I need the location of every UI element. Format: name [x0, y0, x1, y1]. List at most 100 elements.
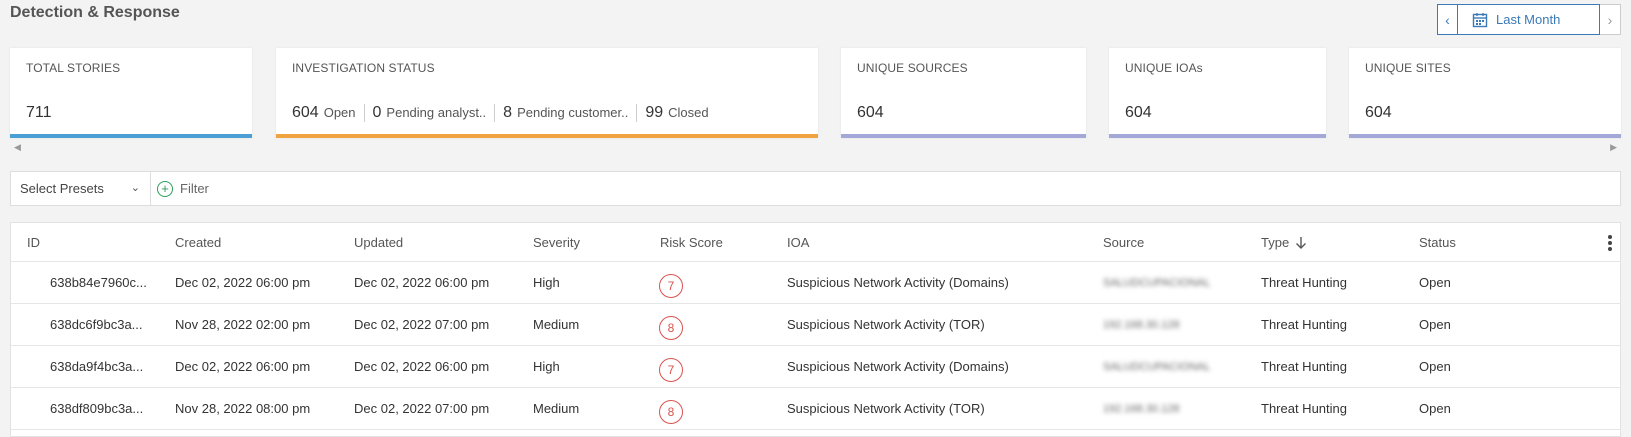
- cell-type: Threat Hunting: [1261, 359, 1347, 374]
- cell-type: Threat Hunting: [1261, 317, 1347, 332]
- column-type[interactable]: Type: [1261, 223, 1307, 261]
- filter-label: Filter: [180, 181, 209, 196]
- column-updated[interactable]: Updated: [354, 223, 403, 261]
- period-button[interactable]: Last Month: [1458, 4, 1600, 35]
- cell-id[interactable]: 638dc6f9bc3a...: [50, 304, 143, 345]
- cell-ioa: Suspicious Network Activity (TOR): [787, 401, 985, 416]
- cell-risk-score: 7: [659, 346, 683, 387]
- card-bar: [276, 134, 818, 138]
- scroll-left-icon[interactable]: ◀: [14, 142, 21, 153]
- card-investigation-status[interactable]: INVESTIGATION STATUS 604 Open 0 Pending …: [276, 48, 818, 138]
- cell-severity: Medium: [533, 317, 580, 332]
- card-bar: [10, 134, 252, 138]
- chevron-left-icon[interactable]: ‹: [1437, 4, 1458, 35]
- status-count: 604: [292, 104, 319, 121]
- column-severity[interactable]: Severity: [533, 223, 580, 261]
- cell-updated: Dec 02, 2022 07:00 pm: [354, 317, 490, 332]
- cell-status: Open: [1419, 317, 1451, 332]
- cell-id[interactable]: 638da9f4bc3a...: [50, 346, 143, 387]
- cell-ioa: Suspicious Network Activity (Domains): [787, 275, 1009, 290]
- cell-updated: Dec 02, 2022 06:00 pm: [354, 275, 490, 290]
- column-id[interactable]: ID: [27, 223, 40, 261]
- status-label: Pending analyst..: [386, 105, 487, 120]
- preset-label: Select Presets: [20, 181, 104, 196]
- filter-bar: Select Presets ⌄ + Filter: [10, 171, 1621, 206]
- cell-type: Threat Hunting: [1261, 275, 1347, 290]
- summary-cards: TOTAL STORIES 711 INVESTIGATION STATUS 6…: [10, 48, 1621, 138]
- card-title: INVESTIGATION STATUS: [292, 61, 435, 75]
- column-created[interactable]: Created: [175, 223, 221, 261]
- cell-source: SALUDCUPACIONAL: [1103, 360, 1211, 373]
- cell-risk-score: 8: [659, 304, 683, 345]
- status-label: Pending customer..: [517, 105, 629, 120]
- cell-severity: Medium: [533, 401, 580, 416]
- cell-created: Nov 28, 2022 02:00 pm: [175, 317, 311, 332]
- status-count: 0: [372, 104, 382, 121]
- add-filter-icon[interactable]: +: [157, 180, 173, 197]
- cell-source: SALUDCUPACIONAL: [1103, 276, 1211, 289]
- status-breakdown: 604 Open 0 Pending analyst.. 8 Pending c…: [292, 104, 717, 122]
- page-title: Detection & Response: [10, 4, 180, 21]
- status-label: Closed: [668, 105, 709, 120]
- risk-badge: 8: [659, 315, 683, 340]
- table-row[interactable]: 638b84e7960c... Dec 02, 2022 06:00 pm De…: [11, 262, 1620, 304]
- scroll-right-icon[interactable]: ▶: [1610, 142, 1617, 153]
- card-value: 711: [26, 104, 52, 121]
- card-value: 604: [857, 104, 884, 121]
- table-row[interactable]: 638df809bc3a... Nov 28, 2022 08:00 pm De…: [11, 388, 1620, 430]
- column-ioa[interactable]: IOA: [787, 223, 809, 261]
- column-status[interactable]: Status: [1419, 223, 1456, 261]
- cell-created: Dec 02, 2022 06:00 pm: [175, 275, 311, 290]
- card-title: UNIQUE SITES: [1365, 61, 1451, 75]
- card-title: UNIQUE IOAs: [1125, 61, 1203, 75]
- period-label: Last Month: [1496, 12, 1561, 27]
- status-pending-analyst[interactable]: 0 Pending analyst..: [363, 104, 495, 122]
- cell-status: Open: [1419, 359, 1451, 374]
- status-closed[interactable]: 99 Closed: [636, 104, 716, 122]
- risk-badge: 7: [659, 357, 683, 382]
- cell-updated: Dec 02, 2022 07:00 pm: [354, 401, 490, 416]
- card-title: TOTAL STORIES: [26, 61, 121, 75]
- risk-badge: 8: [659, 399, 683, 424]
- horizontal-scrollbar[interactable]: ◀ ▶: [10, 140, 1621, 154]
- cell-created: Nov 28, 2022 08:00 pm: [175, 401, 311, 416]
- table-row[interactable]: 638dc6f9bc3a... Nov 28, 2022 02:00 pm De…: [11, 304, 1620, 346]
- card-unique-sources[interactable]: UNIQUE SOURCES 604: [841, 48, 1086, 138]
- cell-ioa: Suspicious Network Activity (Domains): [787, 359, 1009, 374]
- chevron-right-icon[interactable]: ›: [1600, 4, 1621, 35]
- more-options-icon[interactable]: [1606, 235, 1614, 253]
- cell-source: 192.168.30.128: [1103, 318, 1180, 331]
- card-value: 604: [1125, 104, 1152, 121]
- cell-id[interactable]: 638df809bc3a...: [50, 388, 143, 429]
- filter-input[interactable]: + Filter: [151, 180, 209, 197]
- cell-severity: High: [533, 359, 560, 374]
- column-type-label: Type: [1261, 234, 1290, 250]
- risk-badge: 7: [659, 273, 683, 298]
- status-count: 99: [645, 104, 664, 121]
- cell-severity: High: [533, 275, 560, 290]
- calendar-icon: [1472, 12, 1488, 27]
- column-source[interactable]: Source: [1103, 223, 1144, 261]
- stories-table: ID Created Updated Severity Risk Score I…: [10, 222, 1621, 437]
- card-unique-sites[interactable]: UNIQUE SITES 604: [1349, 48, 1621, 138]
- cell-created: Dec 02, 2022 06:00 pm: [175, 359, 311, 374]
- chevron-down-icon: ⌄: [130, 182, 140, 194]
- status-open[interactable]: 604 Open: [292, 104, 364, 122]
- cell-updated: Dec 02, 2022 06:00 pm: [354, 359, 490, 374]
- card-value: 604: [1365, 104, 1392, 121]
- table-row[interactable]: 638da9f4bc3a... Dec 02, 2022 06:00 pm De…: [11, 346, 1620, 388]
- card-total-stories[interactable]: TOTAL STORIES 711: [10, 48, 252, 138]
- preset-select[interactable]: Select Presets ⌄: [11, 172, 151, 205]
- card-title: UNIQUE SOURCES: [857, 61, 968, 75]
- card-bar: [1349, 134, 1621, 138]
- card-bar: [1109, 134, 1326, 138]
- cell-source: 192.168.30.128: [1103, 402, 1180, 415]
- status-count: 8: [503, 104, 513, 121]
- cell-ioa: Suspicious Network Activity (TOR): [787, 317, 985, 332]
- cell-id[interactable]: 638b84e7960c...: [50, 262, 147, 303]
- status-label: Open: [323, 105, 356, 120]
- card-unique-ioas[interactable]: UNIQUE IOAs 604: [1109, 48, 1326, 138]
- sort-descending-icon[interactable]: [1295, 236, 1307, 249]
- status-pending-customer[interactable]: 8 Pending customer..: [494, 104, 636, 122]
- column-risk-score[interactable]: Risk Score: [660, 223, 723, 261]
